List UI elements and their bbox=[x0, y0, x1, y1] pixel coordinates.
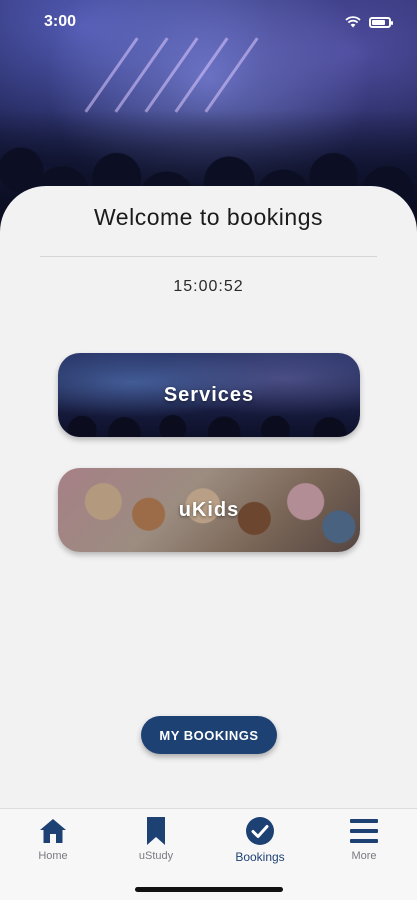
stage-light-beam bbox=[114, 37, 169, 113]
stage-light-beam bbox=[144, 37, 199, 113]
home-icon bbox=[40, 819, 66, 843]
battery-icon bbox=[369, 16, 393, 28]
status-bar: 3:00 bbox=[0, 0, 417, 44]
bookmark-icon bbox=[147, 817, 165, 845]
tab-ustudy[interactable]: uStudy bbox=[116, 815, 196, 871]
stage-light-beam bbox=[84, 37, 139, 113]
divider bbox=[40, 256, 377, 257]
tab-more[interactable]: More bbox=[324, 815, 404, 871]
my-bookings-button[interactable]: MY BOOKINGS bbox=[141, 716, 277, 754]
ukids-tile[interactable]: uKids bbox=[58, 468, 360, 552]
check-circle-icon bbox=[246, 817, 274, 845]
services-tile[interactable]: Services bbox=[58, 353, 360, 437]
crowd-silhouette bbox=[58, 403, 360, 437]
tab-bookings[interactable]: Bookings bbox=[220, 815, 300, 871]
tab-bookings-label: Bookings bbox=[235, 850, 285, 864]
home-indicator bbox=[135, 887, 283, 892]
menu-icon bbox=[350, 819, 378, 843]
current-time: 15:00:52 bbox=[173, 278, 244, 295]
tab-more-label: More bbox=[351, 850, 377, 862]
page-title: Welcome to bookings bbox=[94, 204, 323, 230]
services-tile-label: Services bbox=[163, 383, 255, 406]
tab-home-label: Home bbox=[38, 850, 68, 862]
stage-light-beam bbox=[174, 37, 229, 113]
tab-home[interactable]: Home bbox=[13, 815, 93, 871]
status-icons bbox=[345, 16, 393, 28]
tab-ustudy-label: uStudy bbox=[138, 850, 174, 862]
stage-light-beam bbox=[204, 37, 259, 113]
ukids-tile-label: uKids bbox=[178, 498, 240, 521]
wifi-icon bbox=[345, 16, 361, 28]
status-time: 3:00 bbox=[44, 13, 77, 30]
